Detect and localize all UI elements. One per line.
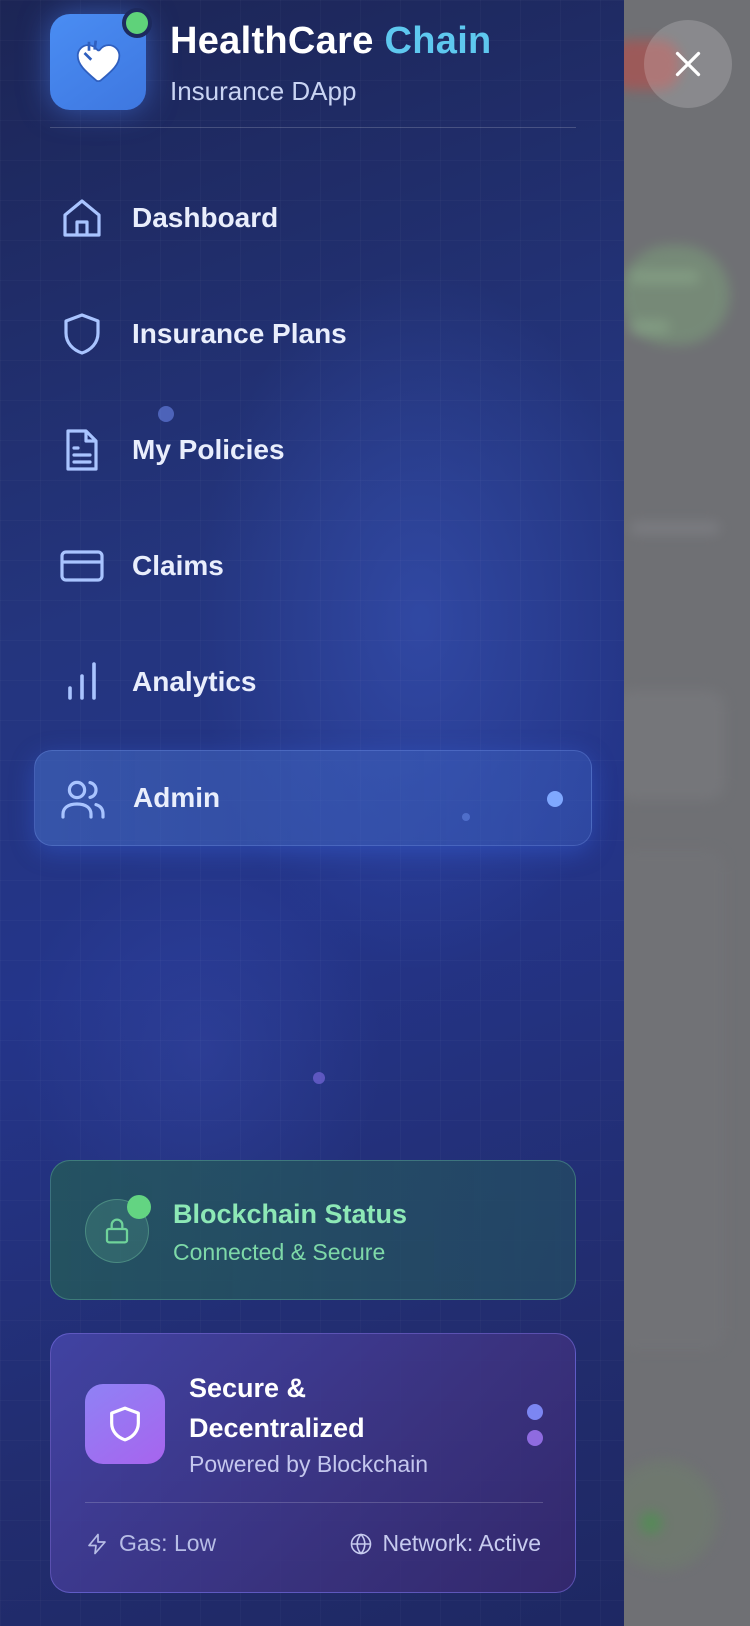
decorative-dot [527,1430,543,1446]
shield-icon [110,1406,140,1442]
nav-item-dashboard[interactable]: Dashboard [34,170,592,266]
secure-title: Secure & Decentralized [189,1373,365,1443]
app-subtitle: Insurance DApp [170,76,357,106]
nav-item-analytics[interactable]: Analytics [34,634,592,730]
nav-item-label: Dashboard [132,202,279,233]
background-element [640,1512,662,1534]
nav-item-label: My Policies [132,434,285,465]
connection-indicator [127,1195,151,1219]
divider [85,1502,543,1503]
close-menu-button[interactable] [644,20,732,108]
nav-item-my-policies[interactable]: My Policies [34,402,592,498]
decorative-particle [313,1072,325,1084]
online-indicator [122,8,152,38]
app-title-accent: Chain [384,20,492,62]
navigation-drawer: HealthCare Chain Insurance DApp Dashboar… [0,0,624,1626]
gas-status: Gas: Low [85,1530,216,1557]
background-element [615,690,725,800]
shield-badge [85,1384,165,1464]
status-subtitle: Connected & Secure [173,1239,386,1265]
lightning-icon [88,1533,106,1554]
background-element [630,270,700,284]
secure-decentralized-card: Secure & Decentralized Powered by Blockc… [50,1333,576,1593]
background-element [615,850,725,1350]
nav-item-admin[interactable]: Admin [34,750,592,846]
nav-item-insurance-plans[interactable]: Insurance Plans [34,286,592,382]
active-indicator-dot [547,791,563,807]
lock-icon [105,1218,129,1244]
document-icon [58,426,106,474]
background-element [608,1460,718,1570]
drawer-header: HealthCare Chain Insurance DApp [50,8,576,128]
shield-icon [58,310,106,358]
network-label: Network: Active [382,1530,542,1556]
users-icon [59,775,107,823]
nav-item-label: Insurance Plans [132,318,347,349]
bar-chart-icon [58,658,106,706]
network-status: Network: Active [349,1530,542,1557]
app-title: HealthCare Chain [170,20,492,62]
secure-subtitle: Powered by Blockchain [189,1451,429,1477]
home-icon [58,194,106,242]
nav-item-claims[interactable]: Claims [34,518,592,614]
close-icon [675,51,701,77]
gas-label: Gas: Low [119,1530,217,1556]
nav-item-label: Claims [132,550,224,581]
blockchain-status-card: Blockchain Status Connected & Secure [50,1160,576,1300]
nav-item-label: Analytics [132,666,257,697]
background-element [630,522,720,534]
credit-card-icon [58,542,106,590]
background-element [630,320,670,334]
status-title: Blockchain Status [173,1199,408,1229]
heart-icon [76,40,121,83]
decorative-dot [527,1404,543,1420]
globe-icon [350,1532,371,1555]
nav-item-label: Admin [133,782,221,813]
